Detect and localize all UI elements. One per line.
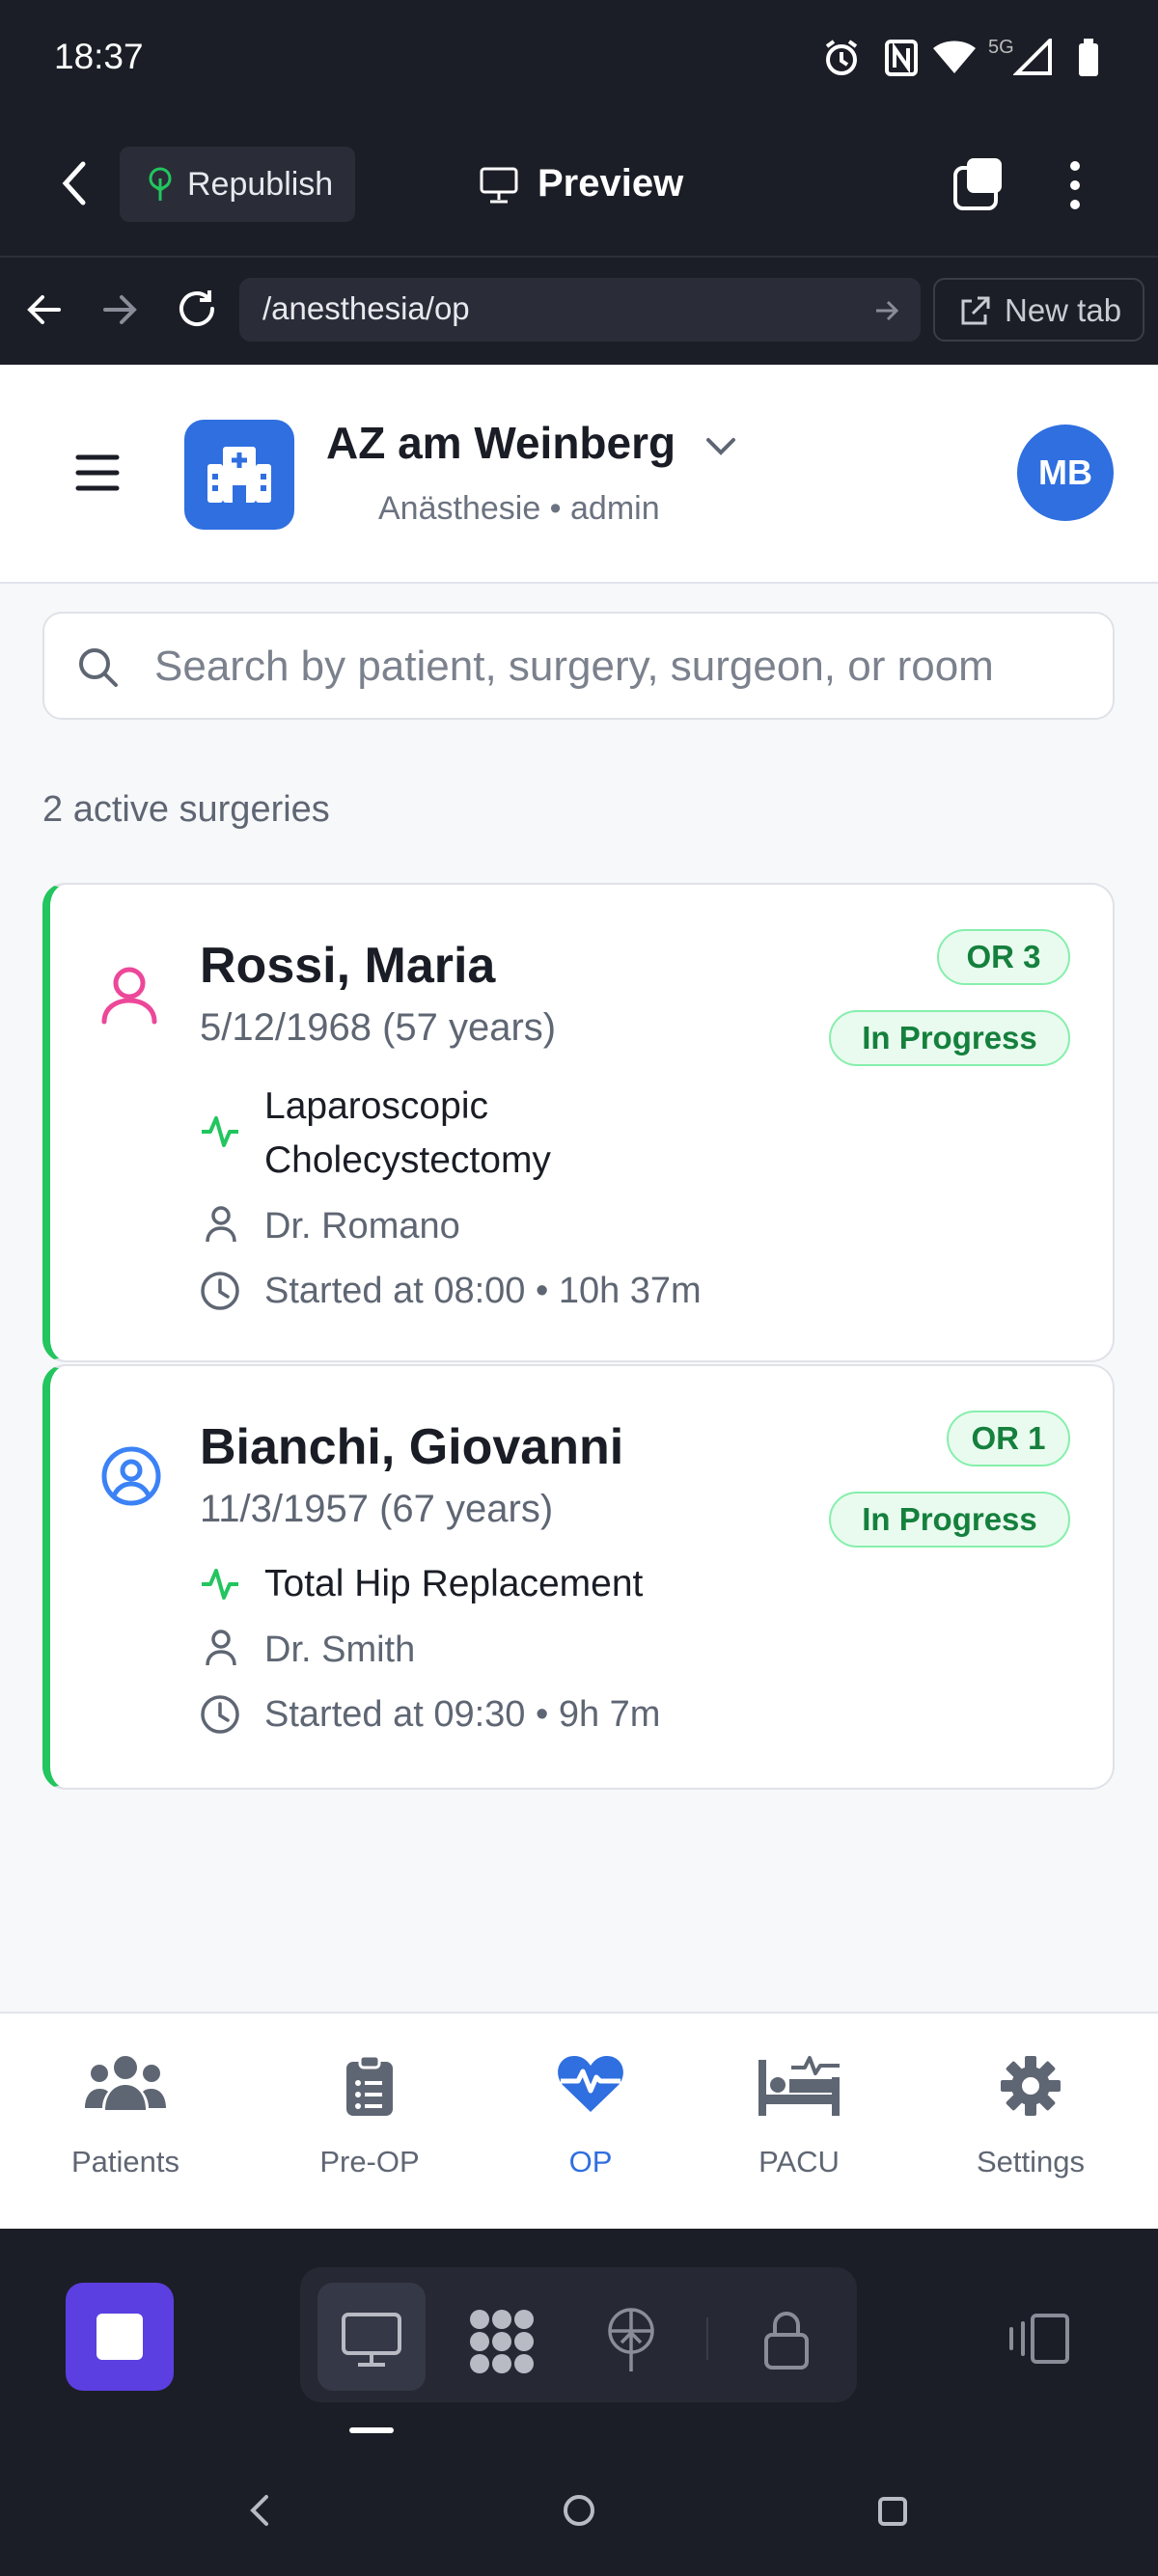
clipboard-icon — [346, 2054, 393, 2116]
chevron-down-icon — [705, 437, 735, 455]
status-badge: In Progress — [829, 1010, 1070, 1066]
procedure-line-1: Laparoscopic — [264, 1085, 488, 1127]
hospital-selector[interactable]: AZ am Weinberg — [326, 417, 736, 469]
department-role: Anästhesie • admin — [378, 490, 660, 527]
go-arrow-icon[interactable] — [874, 299, 899, 322]
active-surgeries-count: 2 active surgeries — [42, 789, 330, 830]
nav-label: OP — [568, 2145, 613, 2179]
heartbeat-icon — [558, 2056, 623, 2112]
preview-label[interactable]: Preview — [538, 162, 683, 206]
nav-back-icon[interactable] — [247, 2493, 272, 2528]
surgeon: Dr. Smith — [264, 1630, 416, 1670]
surgeon-icon — [206, 1630, 236, 1666]
hospital-icon — [207, 447, 271, 503]
signal-icon — [1013, 39, 1052, 75]
procedure: Total Hip Replacement — [264, 1563, 644, 1604]
nav-label: Pre-OP — [319, 2145, 420, 2179]
desktop-icon[interactable] — [341, 2312, 402, 2368]
apps-grid-icon[interactable] — [468, 2308, 536, 2375]
lock-icon[interactable] — [762, 2310, 811, 2370]
nav-settings[interactable]: Settings — [934, 2014, 1127, 2231]
room-badge: OR 1 — [947, 1411, 1070, 1466]
patient-name: Rossi, Maria — [200, 938, 496, 994]
surgery-card[interactable]: Rossi, Maria 5/12/1968 (57 years) OR 3 I… — [42, 883, 1115, 1362]
search-input[interactable] — [154, 639, 1100, 695]
clock-icon — [201, 1695, 239, 1734]
status-badge: In Progress — [829, 1492, 1070, 1548]
nav-label: PACU — [758, 2145, 840, 2179]
wifi-icon — [933, 41, 976, 73]
republish-icon — [149, 167, 172, 201]
stop-icon — [96, 2314, 143, 2360]
browser-back-icon[interactable] — [27, 293, 62, 326]
deploy-icon[interactable] — [604, 2308, 658, 2373]
tabs-icon[interactable] — [951, 156, 1006, 212]
start-time: Started at 09:30 • 9h 7m — [264, 1694, 661, 1735]
patient-dob: 11/3/1957 (67 years) — [200, 1488, 554, 1530]
new-tab-label: New tab — [1005, 292, 1122, 328]
procedure-line-2: Cholecystectomy — [264, 1139, 551, 1181]
divider — [706, 2317, 708, 2360]
patient-dob: 5/12/1968 (57 years) — [200, 1006, 557, 1049]
room-badge: OR 3 — [937, 929, 1070, 985]
bottom-nav: Patients Pre-OP OP PACU Settings — [0, 2012, 1158, 2229]
surgery-card[interactable]: Bianchi, Giovanni 11/3/1957 (67 years) O… — [42, 1364, 1115, 1790]
reload-icon[interactable] — [176, 288, 218, 330]
republish-label: Republish — [187, 165, 334, 203]
menu-icon[interactable] — [75, 453, 120, 492]
users-icon — [85, 2056, 166, 2110]
status-time: 18:37 — [54, 37, 144, 76]
nfc-icon — [885, 40, 918, 76]
battery-icon — [1079, 39, 1098, 76]
nav-pre-op[interactable]: Pre-OP — [273, 2014, 466, 2231]
hospital-logo — [184, 420, 294, 530]
nav-label: Patients — [70, 2145, 179, 2179]
nav-pacu[interactable]: PACU — [703, 2014, 896, 2231]
search-box[interactable] — [42, 612, 1115, 720]
republish-button[interactable]: Republish — [120, 147, 355, 222]
search-icon — [79, 648, 118, 687]
nav-patients[interactable]: Patients — [29, 2014, 222, 2231]
url-text: /anesthesia/op — [262, 290, 470, 326]
alarm-icon — [825, 40, 858, 75]
user-avatar[interactable]: MB — [1017, 425, 1114, 521]
browser-forward-icon[interactable] — [102, 293, 137, 326]
surgeon-icon — [206, 1206, 236, 1243]
monitor-icon — [480, 167, 518, 204]
bed-icon — [758, 2056, 840, 2116]
patient-female-icon — [101, 967, 157, 1025]
url-field[interactable]: /anesthesia/op — [239, 278, 921, 342]
new-tab-button[interactable]: New tab — [933, 278, 1144, 342]
back-icon[interactable] — [60, 160, 89, 206]
external-link-icon — [961, 296, 990, 325]
clock-icon — [201, 1272, 239, 1310]
nav-recents-icon[interactable] — [876, 2495, 909, 2528]
split-view-icon[interactable] — [1006, 2312, 1071, 2366]
app-header — [0, 365, 1158, 584]
activity-icon — [202, 1116, 238, 1147]
procedure: Laparoscopic Cholecystectomy — [264, 1080, 551, 1188]
gear-icon — [1001, 2056, 1061, 2116]
nav-home-icon[interactable] — [562, 2493, 596, 2528]
activity-icon — [202, 1569, 238, 1600]
surgeon: Dr. Romano — [264, 1206, 460, 1247]
more-options-icon[interactable] — [1065, 158, 1085, 212]
start-time: Started at 08:00 • 10h 37m — [264, 1271, 702, 1311]
patient-name: Bianchi, Giovanni — [200, 1419, 624, 1475]
patient-male-icon — [101, 1446, 161, 1506]
hospital-name: AZ am Weinberg — [326, 418, 676, 468]
active-tab-indicator — [349, 2427, 394, 2433]
status-bar: 18:37 5G — [0, 0, 1158, 121]
nav-label: Settings — [976, 2145, 1085, 2179]
network-type: 5G — [988, 37, 1014, 58]
nav-op[interactable]: OP — [494, 2014, 687, 2231]
